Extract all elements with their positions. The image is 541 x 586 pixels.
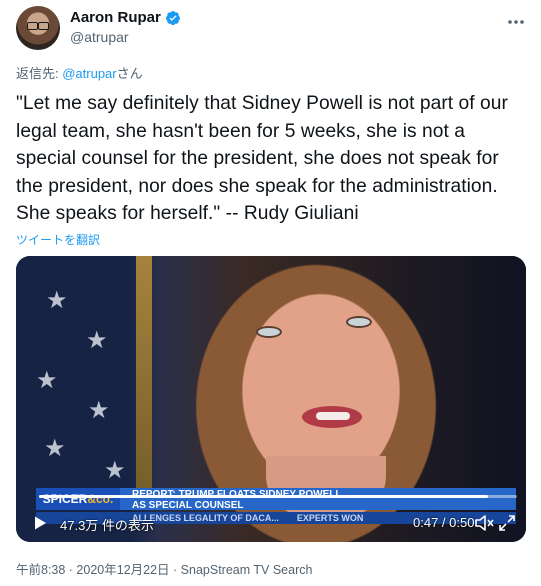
more-options-button[interactable]: [506, 12, 526, 32]
reply-prefix: 返信先:: [16, 66, 63, 81]
flag-star-icon: ★: [104, 457, 126, 484]
view-count: 47.3万 件の表示: [60, 518, 154, 533]
news-lower-third: SPICER&co. REPORT: TRUMP FLOATS SIDNEY P…: [36, 488, 516, 511]
video-subject-eye: [346, 316, 372, 328]
avatar[interactable]: [16, 6, 60, 50]
translate-tweet-link[interactable]: ツイートを翻訳: [16, 231, 100, 248]
video-player[interactable]: ★ ★ ★ ★ ★ ★ SPICER&co. REPORT: TRUMP FLO…: [16, 256, 526, 542]
video-controls: 47.3万 件の表示 0:47 / 0:50: [16, 508, 526, 538]
reply-suffix: さん: [116, 66, 143, 81]
video-progress-bar[interactable]: [39, 495, 517, 498]
flag-star-icon: ★: [88, 397, 110, 424]
video-subject-eye: [256, 326, 282, 338]
flag-star-icon: ★: [46, 287, 68, 314]
flag-star-icon: ★: [86, 327, 108, 354]
reply-mention-link[interactable]: @atrupar: [62, 66, 116, 81]
reply-context: 返信先: @atruparさん: [16, 63, 143, 82]
volume-muted-icon[interactable]: [474, 514, 494, 532]
flag-star-icon: ★: [36, 367, 58, 394]
play-icon[interactable]: [32, 515, 48, 531]
tweet-timestamp[interactable]: 午前8:38 · 2020年12月22日 · SnapStream TV Sea…: [16, 559, 312, 578]
author-handle[interactable]: @atrupar: [70, 29, 129, 45]
tweet-text: "Let me say definitely that Sidney Powel…: [16, 93, 508, 224]
verified-badge-icon: [165, 10, 180, 25]
flag-star-icon: ★: [44, 435, 66, 462]
flag-stripe: [136, 256, 152, 496]
fullscreen-icon[interactable]: [498, 514, 516, 532]
more-options-icon: [508, 20, 524, 24]
channel-logo: SPICER &co.: [36, 488, 120, 510]
tweet-header: Aaron Rupar @atrupar: [16, 6, 526, 54]
headline-banner: REPORT: TRUMP FLOATS SIDNEY POWELL AS SP…: [120, 488, 516, 511]
author-name-row[interactable]: Aaron Rupar: [70, 9, 181, 26]
video-subject-teeth: [316, 412, 350, 420]
author-display-name[interactable]: Aaron Rupar: [70, 9, 161, 26]
video-time: 0:47 / 0:50: [413, 515, 475, 530]
video-progress-fill: [39, 495, 489, 498]
